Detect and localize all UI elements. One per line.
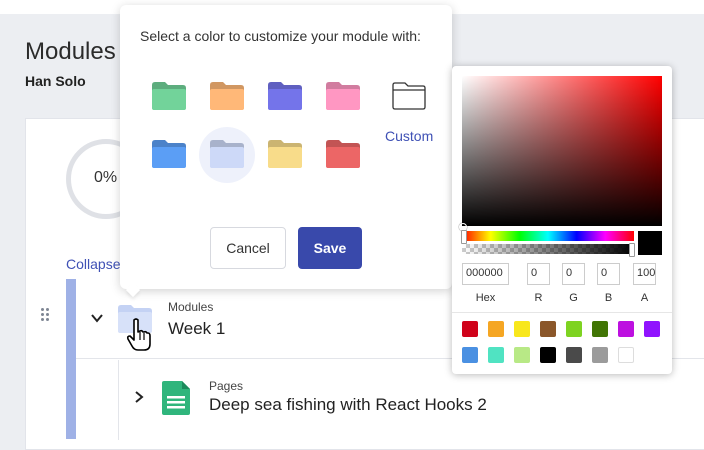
page-title: Modules xyxy=(25,38,116,65)
save-button[interactable]: Save xyxy=(298,227,362,269)
drag-handle-icon[interactable] xyxy=(39,307,51,323)
green-label: G xyxy=(569,292,578,304)
color-swatch[interactable] xyxy=(488,347,504,363)
folder-color-option[interactable] xyxy=(326,140,360,168)
saturation-area[interactable] xyxy=(462,76,662,226)
color-swatch[interactable] xyxy=(514,321,530,337)
module-color-bar xyxy=(66,279,76,439)
alpha-input[interactable]: 100 xyxy=(633,263,656,285)
collapse-link[interactable]: Collapse xyxy=(66,256,120,272)
blue-input[interactable]: 0 xyxy=(597,263,620,285)
page-item-title[interactable]: Deep sea fishing with React Hooks 2 xyxy=(209,395,487,415)
custom-folder-icon[interactable] xyxy=(392,82,426,110)
color-swatch[interactable] xyxy=(462,321,478,337)
page-icon xyxy=(162,381,190,415)
chevron-down-icon[interactable] xyxy=(90,311,104,325)
color-swatch[interactable] xyxy=(540,321,556,337)
color-swatch[interactable] xyxy=(488,321,504,337)
swatch-divider xyxy=(452,312,672,313)
color-swatch[interactable] xyxy=(618,321,634,337)
folder-color-option[interactable] xyxy=(152,140,186,168)
cancel-button[interactable]: Cancel xyxy=(210,227,286,269)
blue-label: B xyxy=(604,292,613,304)
page-type-label: Pages xyxy=(209,379,244,393)
hex-input[interactable]: 000000 xyxy=(462,263,509,285)
module-title[interactable]: Week 1 xyxy=(168,319,225,339)
progress-label: 0% xyxy=(94,169,118,186)
color-swatch[interactable] xyxy=(514,347,530,363)
green-input[interactable]: 0 xyxy=(562,263,585,285)
color-swatch[interactable] xyxy=(644,321,660,337)
color-preview xyxy=(638,231,662,255)
folder-color-option[interactable] xyxy=(326,82,360,110)
color-swatch[interactable] xyxy=(566,321,582,337)
hand-cursor-icon xyxy=(126,318,151,351)
hex-label: Hex xyxy=(475,292,496,304)
module-type-label: Modules xyxy=(168,300,214,314)
folder-color-option[interactable] xyxy=(152,82,186,110)
hue-slider-handle[interactable] xyxy=(461,230,467,244)
color-swatch[interactable] xyxy=(592,321,608,337)
color-swatch[interactable] xyxy=(566,347,582,363)
color-swatch[interactable] xyxy=(462,347,478,363)
custom-color-link[interactable]: Custom xyxy=(385,128,433,144)
alpha-label: A xyxy=(640,292,649,304)
chevron-right-icon[interactable] xyxy=(132,390,146,404)
color-swatch[interactable] xyxy=(540,347,556,363)
folder-color-option[interactable] xyxy=(210,82,244,110)
alpha-slider-handle[interactable] xyxy=(629,243,635,257)
folder-color-option[interactable] xyxy=(210,140,244,168)
folder-color-option[interactable] xyxy=(268,140,302,168)
color-prompt: Select a color to customize your module … xyxy=(140,28,421,44)
color-swatch[interactable] xyxy=(592,347,608,363)
red-input[interactable]: 0 xyxy=(527,263,550,285)
alpha-slider[interactable] xyxy=(462,244,634,254)
color-swatch[interactable] xyxy=(618,347,634,363)
folder-color-option[interactable] xyxy=(268,82,302,110)
page-user-name: Han Solo xyxy=(25,73,86,89)
red-label: R xyxy=(534,292,543,304)
hue-slider[interactable] xyxy=(462,231,634,241)
